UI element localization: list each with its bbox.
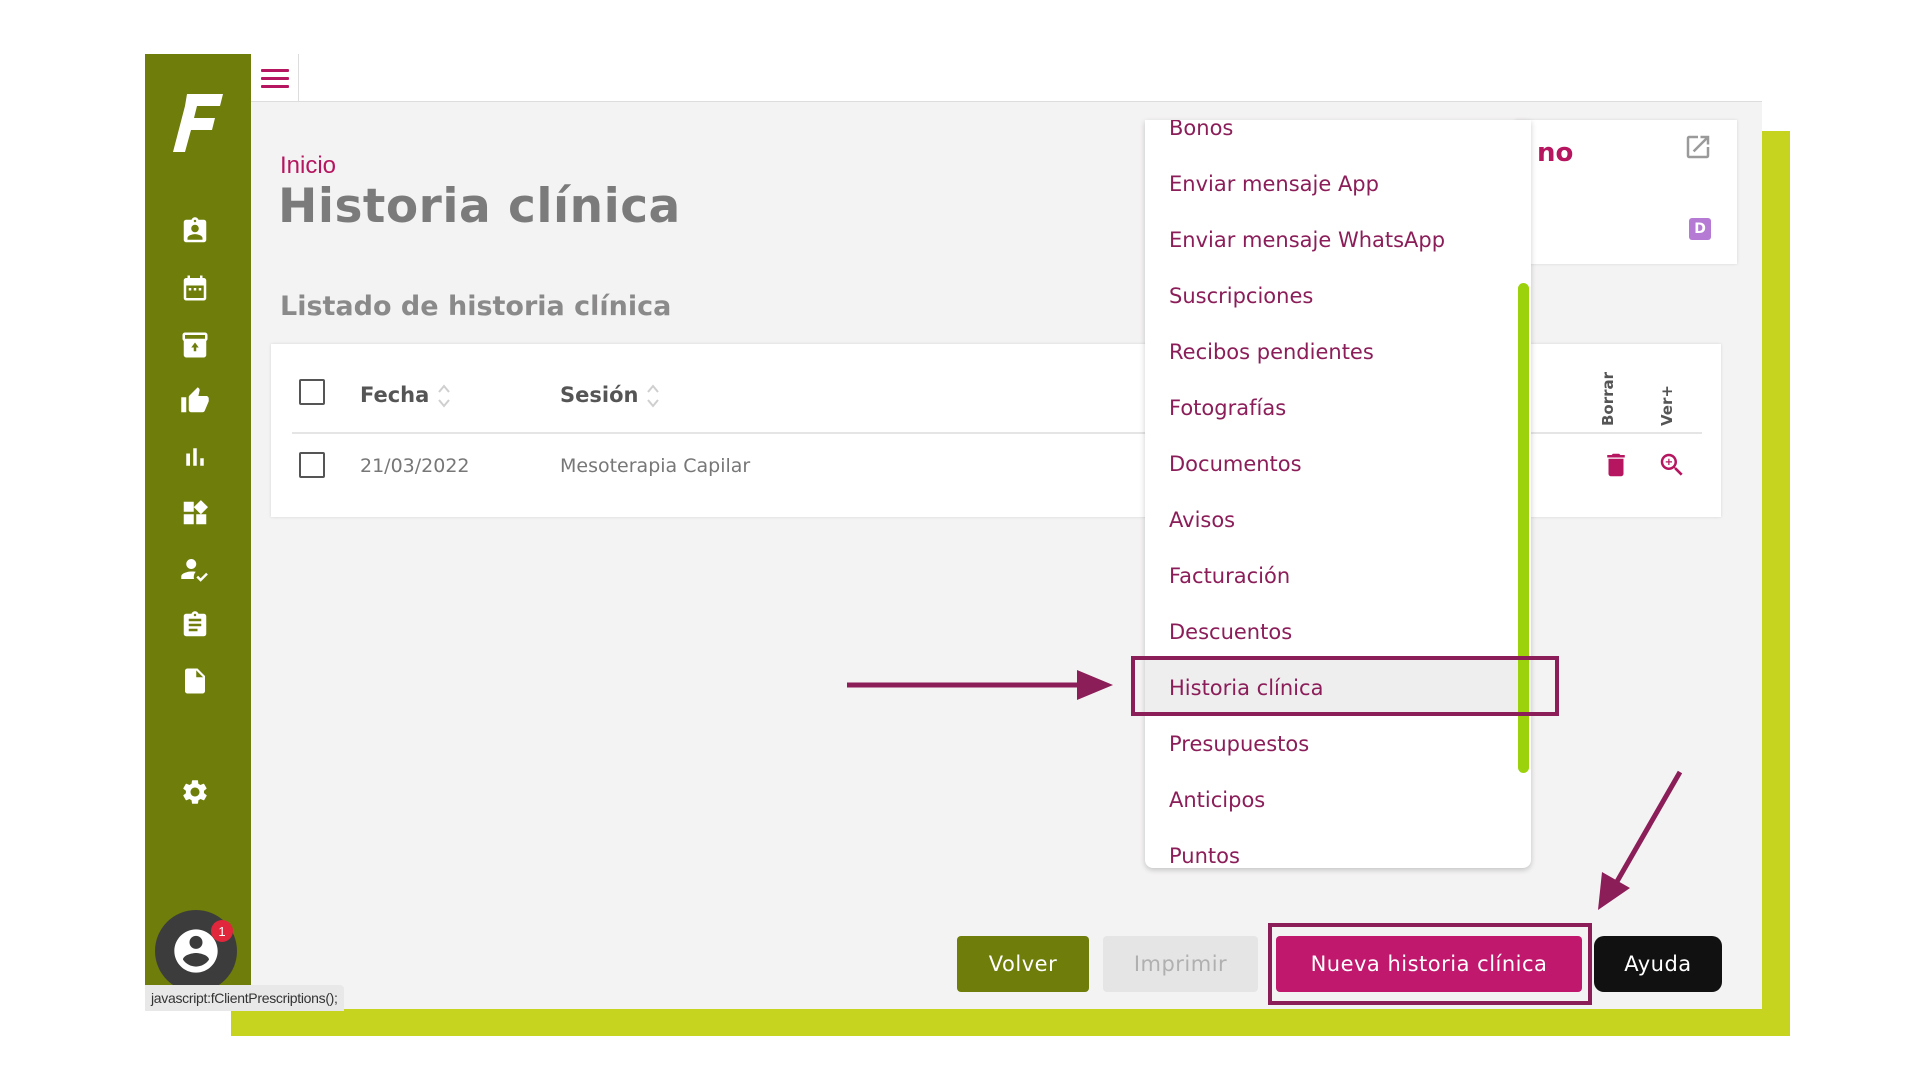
client-card: no D <box>1515 120 1737 264</box>
sort-icon <box>438 384 451 408</box>
menu-item-anticipos[interactable]: Anticipos <box>1145 772 1531 828</box>
breadcrumb[interactable]: Inicio <box>280 152 336 180</box>
document-icon[interactable] <box>179 665 211 697</box>
zoom-in-icon[interactable] <box>1657 450 1687 480</box>
client-type-badge: D <box>1689 218 1711 240</box>
section-title: Listado de historia clínica <box>280 291 672 322</box>
user-avatar[interactable]: 1 <box>155 910 237 992</box>
hamburger-icon <box>260 68 289 72</box>
sidebar: 1 <box>145 54 251 1009</box>
menu-item-descuentos[interactable]: Descuentos <box>1145 604 1531 660</box>
page-title: Historia clínica <box>278 179 681 234</box>
row-sesion: Mesoterapia Capilar <box>560 455 751 477</box>
select-all-checkbox[interactable] <box>299 379 325 405</box>
calendar-icon[interactable] <box>179 272 211 304</box>
bar-chart-icon[interactable] <box>179 441 211 473</box>
column-header-sesion[interactable]: Sesión <box>560 382 660 410</box>
notification-badge: 1 <box>211 920 233 942</box>
volver-button[interactable]: Volver <box>957 936 1089 992</box>
menu-item-presupuestos[interactable]: Presupuestos <box>1145 716 1531 772</box>
dropdown-menu-list: Bonos Enviar mensaje App Enviar mensaje … <box>1145 120 1531 868</box>
user-check-icon[interactable] <box>179 553 211 585</box>
client-name: no <box>1537 138 1574 168</box>
column-header-fecha[interactable]: Fecha <box>360 382 451 410</box>
sort-icon <box>647 384 660 408</box>
hamburger-line <box>260 84 289 88</box>
ayuda-button[interactable]: Ayuda <box>1594 936 1722 992</box>
menu-item-avisos[interactable]: Avisos <box>1145 492 1531 548</box>
imprimir-button[interactable]: Imprimir <box>1103 936 1258 992</box>
column-label: Fecha <box>360 383 430 407</box>
menu-item-enviar-mensaje-whatsapp[interactable]: Enviar mensaje WhatsApp <box>1145 212 1531 268</box>
widgets-icon[interactable] <box>179 497 211 529</box>
menu-item-enviar-mensaje-app[interactable]: Enviar mensaje App <box>1145 156 1531 212</box>
client-options-dropdown: Bonos Enviar mensaje App Enviar mensaje … <box>1145 120 1531 868</box>
menu-toggle-button[interactable] <box>251 54 299 102</box>
thumbs-up-icon[interactable] <box>179 385 211 417</box>
menu-item-suscripciones[interactable]: Suscripciones <box>1145 268 1531 324</box>
column-label: Sesión <box>560 383 639 407</box>
app-logo[interactable] <box>173 92 225 154</box>
archive-icon[interactable] <box>179 329 211 361</box>
decorative-frame-bottom <box>231 1009 1790 1036</box>
row-checkbox[interactable] <box>299 452 325 478</box>
decorative-frame-right <box>1762 131 1790 1036</box>
open-external-icon[interactable] <box>1683 132 1713 162</box>
annotation-highlight-button <box>1268 923 1592 1005</box>
menu-item-facturacion[interactable]: Facturación <box>1145 548 1531 604</box>
delete-icon[interactable] <box>1601 450 1631 480</box>
settings-icon[interactable] <box>179 776 211 808</box>
column-header-borrar: Borrar <box>1599 371 1617 426</box>
top-bar <box>251 54 1762 102</box>
clipboard-icon[interactable] <box>179 609 211 641</box>
menu-item-fotografias[interactable]: Fotografías <box>1145 380 1531 436</box>
column-header-ver: Ver+ <box>1658 385 1676 426</box>
menu-item-puntos[interactable]: Puntos <box>1145 828 1531 868</box>
menu-item-documentos[interactable]: Documentos <box>1145 436 1531 492</box>
menu-item-recibos-pendientes[interactable]: Recibos pendientes <box>1145 324 1531 380</box>
annotation-highlight-menu-item <box>1131 656 1559 716</box>
contact-card-icon[interactable] <box>179 215 211 247</box>
hamburger-line <box>260 76 289 80</box>
menu-item-bonos[interactable]: Bonos <box>1145 120 1531 156</box>
status-bar-link: javascript:fClientPrescriptions(); <box>145 985 344 1011</box>
row-fecha: 21/03/2022 <box>360 455 470 477</box>
